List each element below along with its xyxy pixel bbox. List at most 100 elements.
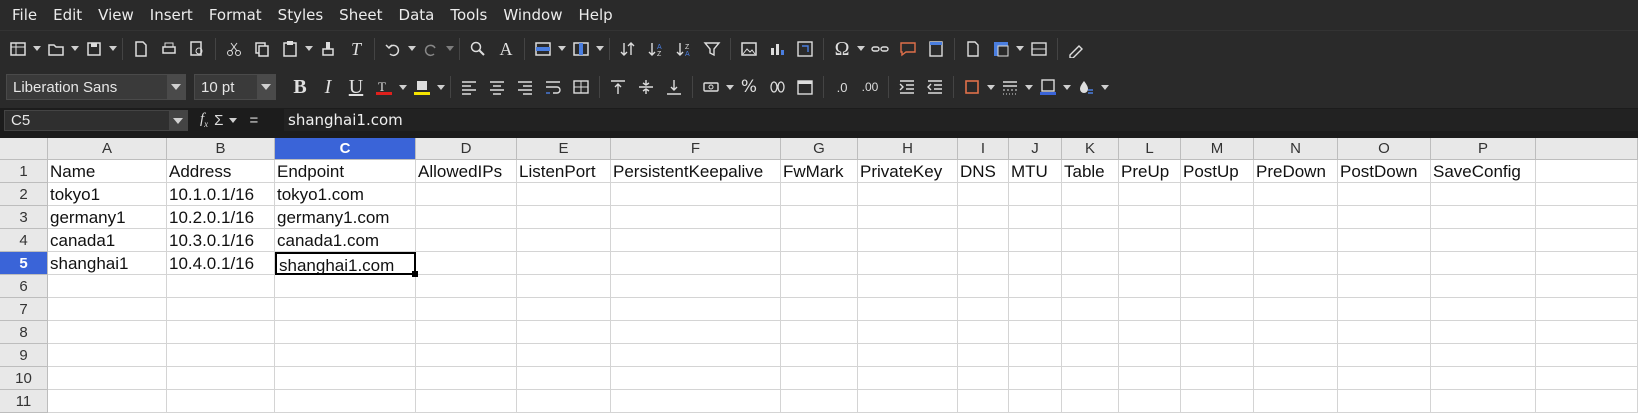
cell-o10[interactable]: [1338, 367, 1431, 390]
cell-e8[interactable]: [517, 321, 611, 344]
cell-g4[interactable]: [781, 229, 858, 252]
cell-l8[interactable]: [1119, 321, 1181, 344]
cell-o9[interactable]: [1338, 344, 1431, 367]
cell-h3[interactable]: [858, 206, 958, 229]
undo-dropdown[interactable]: [407, 35, 417, 63]
column-header-p[interactable]: P: [1431, 138, 1536, 160]
cell-g6[interactable]: [781, 275, 858, 298]
align-left-icon[interactable]: [455, 73, 483, 101]
cell-o6[interactable]: [1338, 275, 1431, 298]
freeze-rows-columns-icon[interactable]: [987, 35, 1015, 63]
chevron-down-icon[interactable]: [169, 111, 187, 130]
cell-i9[interactable]: [958, 344, 1009, 367]
cell-g7[interactable]: [781, 298, 858, 321]
cell-k4[interactable]: [1062, 229, 1119, 252]
special-character-icon[interactable]: Ω: [828, 35, 856, 63]
menu-format[interactable]: Format: [201, 0, 270, 30]
cell-h5[interactable]: [858, 252, 958, 275]
cell-c8[interactable]: [275, 321, 416, 344]
cell-a8[interactable]: [48, 321, 167, 344]
cell-o8[interactable]: [1338, 321, 1431, 344]
row-header-2[interactable]: 2: [0, 183, 48, 206]
row-header-1[interactable]: 1: [0, 160, 48, 183]
new-dropdown[interactable]: [32, 35, 42, 63]
menu-data[interactable]: Data: [391, 0, 443, 30]
row-header-7[interactable]: 7: [0, 298, 48, 321]
column-header-i[interactable]: I: [958, 138, 1009, 160]
cell-q7[interactable]: [1536, 298, 1638, 321]
menu-tools[interactable]: Tools: [442, 0, 495, 30]
cell-n11[interactable]: [1254, 390, 1338, 413]
cell-g10[interactable]: [781, 367, 858, 390]
menu-file[interactable]: File: [4, 0, 45, 30]
chevron-down-icon[interactable]: [167, 75, 185, 99]
cell-l5[interactable]: [1119, 252, 1181, 275]
cell-g11[interactable]: [781, 390, 858, 413]
percent-format-button[interactable]: %: [735, 73, 763, 101]
cell-a7[interactable]: [48, 298, 167, 321]
sort-descending-icon[interactable]: ZA: [670, 35, 698, 63]
autofilter-icon[interactable]: [698, 35, 726, 63]
cell-k3[interactable]: [1062, 206, 1119, 229]
cell-l2[interactable]: [1119, 183, 1181, 206]
cell-h7[interactable]: [858, 298, 958, 321]
cell-i7[interactable]: [958, 298, 1009, 321]
align-center-icon[interactable]: [483, 73, 511, 101]
cell-c4[interactable]: canada1.com: [275, 229, 416, 252]
cell-p7[interactable]: [1431, 298, 1536, 321]
insert-chart-icon[interactable]: [763, 35, 791, 63]
add-decimal-button[interactable]: .0: [828, 73, 856, 101]
cell-d1[interactable]: AllowedIPs: [416, 160, 517, 183]
cell-k8[interactable]: [1062, 321, 1119, 344]
cell-d6[interactable]: [416, 275, 517, 298]
cell-k6[interactable]: [1062, 275, 1119, 298]
cell-b8[interactable]: [167, 321, 275, 344]
cell-h10[interactable]: [858, 367, 958, 390]
cell-l1[interactable]: PreUp: [1119, 160, 1181, 183]
cell-q5[interactable]: [1536, 252, 1638, 275]
cell-j9[interactable]: [1009, 344, 1062, 367]
cell-j7[interactable]: [1009, 298, 1062, 321]
cell-c3[interactable]: germany1.com: [275, 206, 416, 229]
row-header-8[interactable]: 8: [0, 321, 48, 344]
print-preview-icon[interactable]: [183, 35, 211, 63]
cell-d2[interactable]: [416, 183, 517, 206]
merge-cells-icon[interactable]: [567, 73, 595, 101]
undo-icon[interactable]: [379, 35, 407, 63]
cell-d8[interactable]: [416, 321, 517, 344]
cell-q3[interactable]: [1536, 206, 1638, 229]
cell-q1[interactable]: [1536, 160, 1638, 183]
cell-k9[interactable]: [1062, 344, 1119, 367]
cell-e2[interactable]: [517, 183, 611, 206]
row-dropdown[interactable]: [557, 35, 567, 63]
paste-icon[interactable]: [276, 35, 304, 63]
cell-l9[interactable]: [1119, 344, 1181, 367]
cell-h9[interactable]: [858, 344, 958, 367]
cell-d9[interactable]: [416, 344, 517, 367]
menu-sheet[interactable]: Sheet: [331, 0, 390, 30]
cell-k2[interactable]: [1062, 183, 1119, 206]
cell-l4[interactable]: [1119, 229, 1181, 252]
conditional-format-icon[interactable]: [1072, 73, 1100, 101]
cell-f6[interactable]: [611, 275, 781, 298]
cell-i3[interactable]: [958, 206, 1009, 229]
cell-b3[interactable]: 10.2.0.1/16: [167, 206, 275, 229]
cell-k1[interactable]: Table: [1062, 160, 1119, 183]
cell-h4[interactable]: [858, 229, 958, 252]
chevron-down-icon[interactable]: [257, 75, 275, 99]
cell-g2[interactable]: [781, 183, 858, 206]
cell-m4[interactable]: [1181, 229, 1254, 252]
open-dropdown[interactable]: [70, 35, 80, 63]
cell-l10[interactable]: [1119, 367, 1181, 390]
cell-b5[interactable]: 10.4.0.1/16: [167, 252, 275, 275]
border-style-dropdown[interactable]: [1024, 73, 1034, 101]
column-header-f[interactable]: F: [611, 138, 781, 160]
sum-dropdown[interactable]: [229, 117, 238, 123]
menu-help[interactable]: Help: [570, 0, 620, 30]
cell-j1[interactable]: MTU: [1009, 160, 1062, 183]
cell-c1[interactable]: Endpoint: [275, 160, 416, 183]
cell-i5[interactable]: [958, 252, 1009, 275]
decrease-indent-icon[interactable]: [921, 73, 949, 101]
row-header-9[interactable]: 9: [0, 344, 48, 367]
bold-button[interactable]: B: [286, 73, 314, 101]
